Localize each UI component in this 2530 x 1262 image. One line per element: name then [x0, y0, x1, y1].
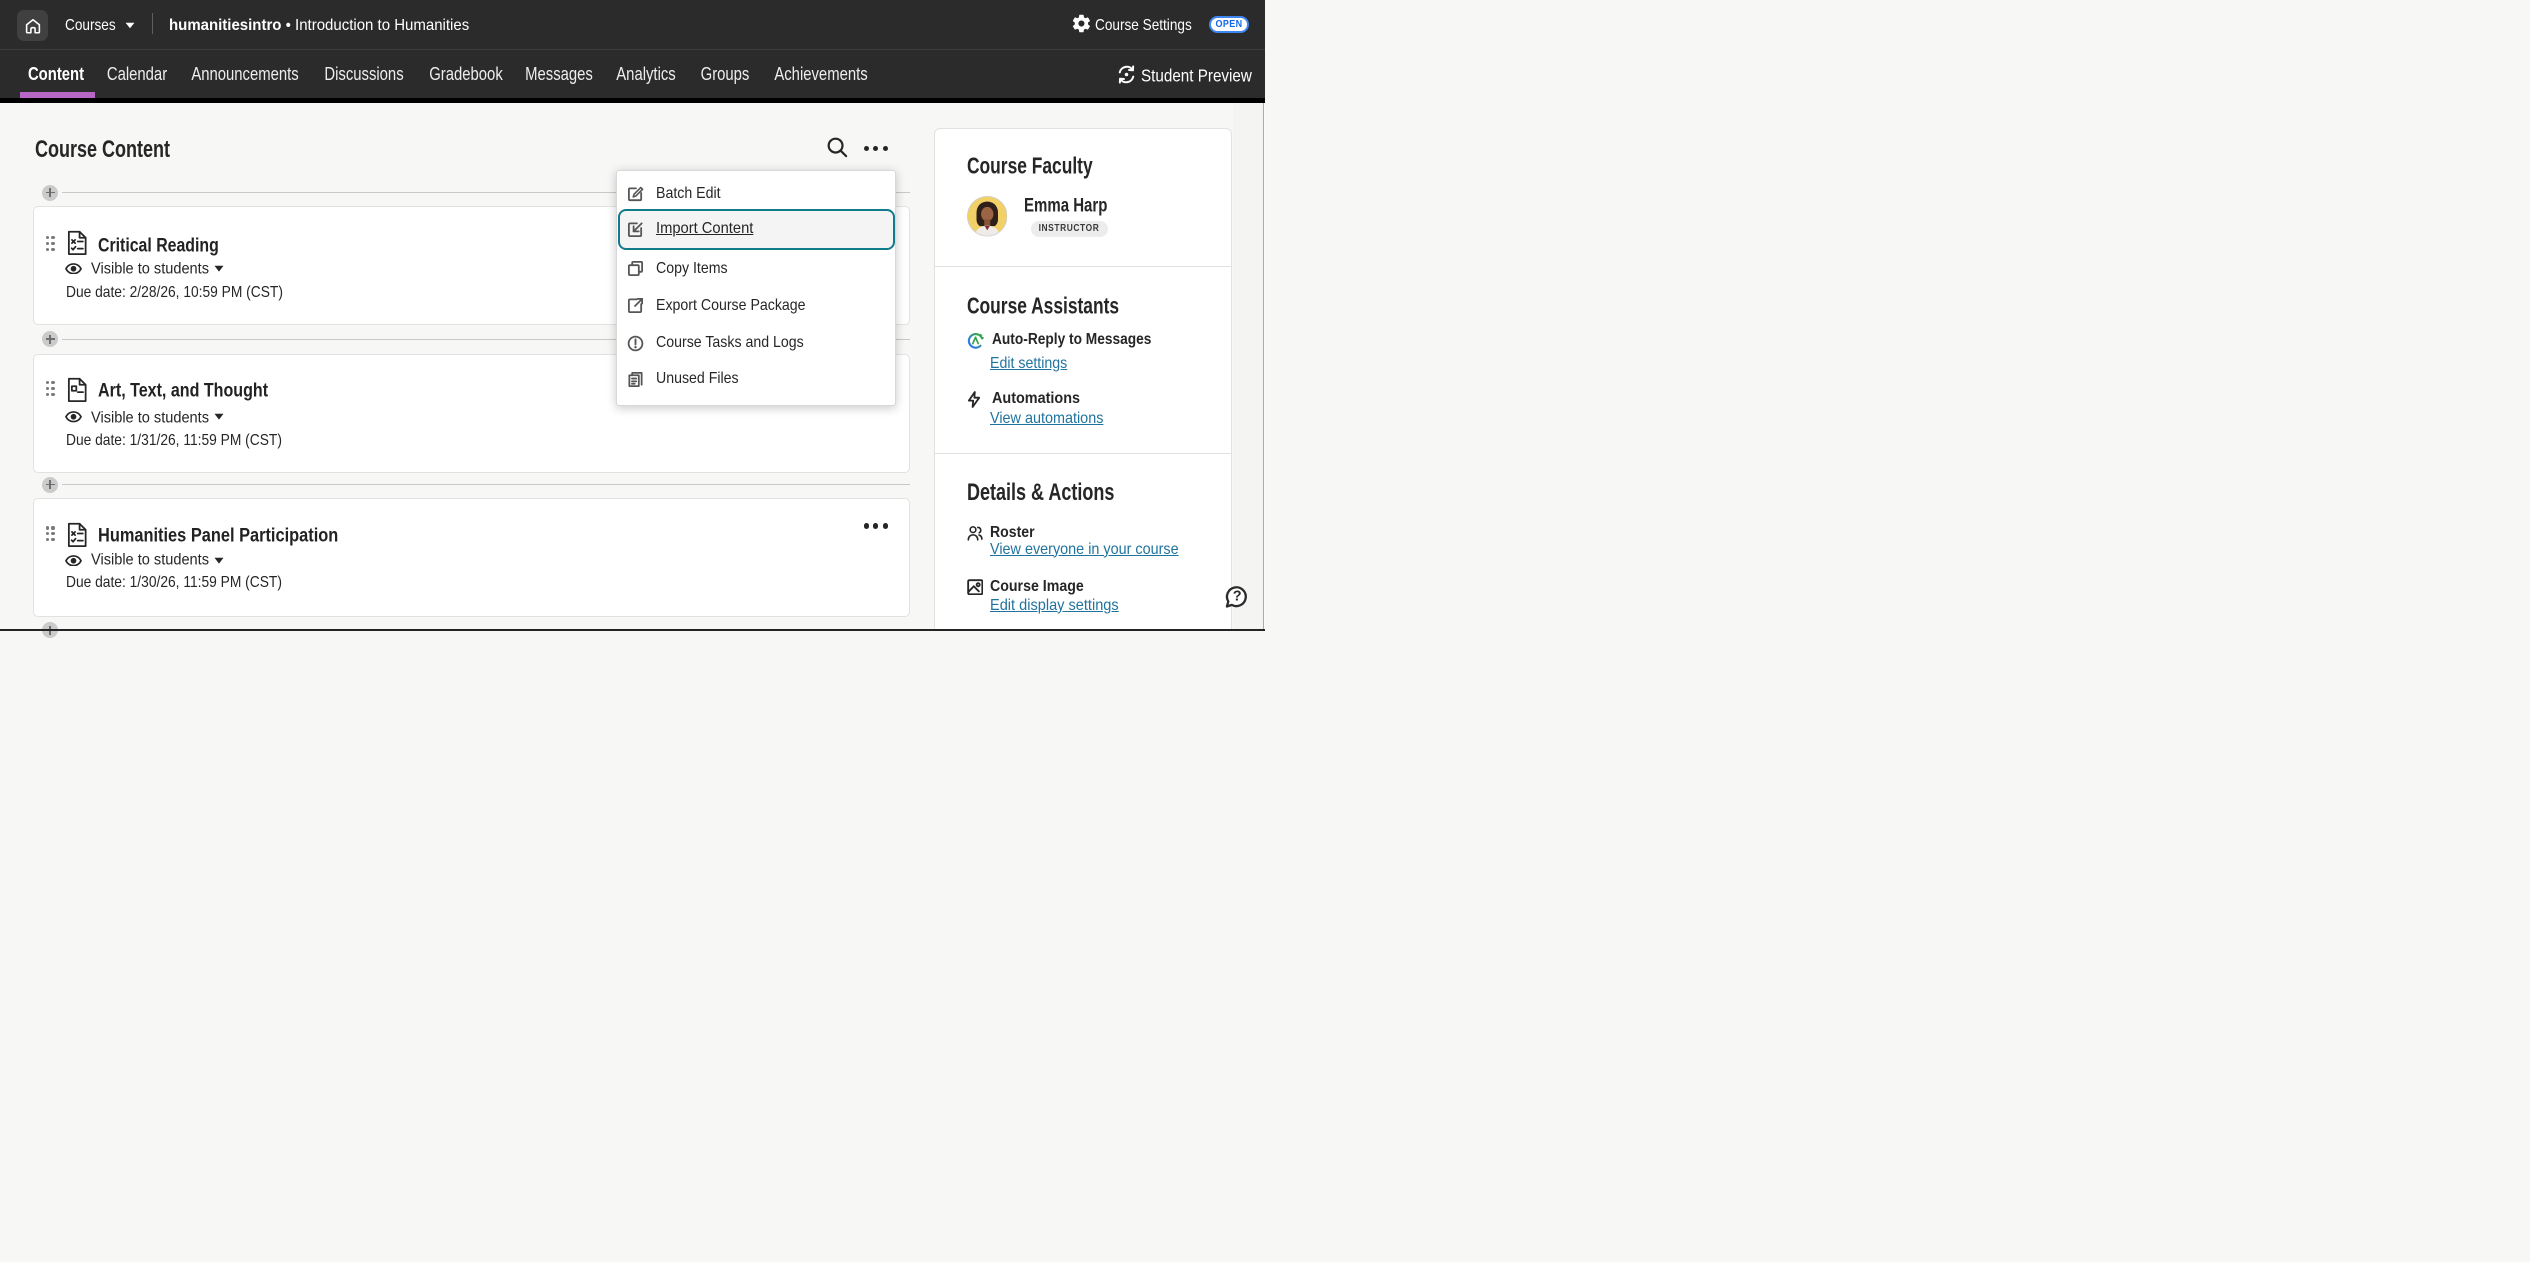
svg-text:?: ?	[1233, 589, 1242, 605]
